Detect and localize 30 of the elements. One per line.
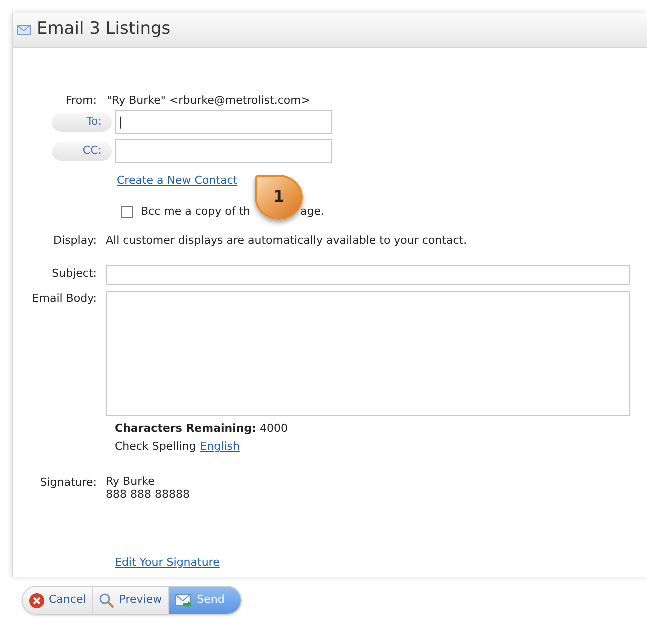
signature-line: 888 888 88888 <box>106 488 190 500</box>
email-body-field[interactable] <box>106 290 630 416</box>
close-icon <box>29 592 45 608</box>
signature-label: Signature: <box>40 476 97 488</box>
callout-number: 1 <box>273 186 285 208</box>
language-link[interactable]: English <box>200 439 240 456</box>
subject-field[interactable] <box>106 264 630 284</box>
bcc-label-end: age. <box>300 204 325 220</box>
display-label: Display: <box>54 234 97 247</box>
body-label: Email Body: <box>32 292 97 304</box>
display-note: All customer displays are automatically available to your contact. <box>106 233 468 249</box>
address-book-button[interactable]: To: <box>52 112 112 132</box>
bcc-label: Bcc me a copy of th <box>141 204 251 220</box>
from-address: "Ry Burke" <rburke@metrolist.com> <box>107 92 311 109</box>
preview-button[interactable]: Preview <box>93 587 170 614</box>
check-spelling-label: Check Spelling <box>115 439 196 455</box>
characters-remaining: Characters Remaining: 4000 <box>115 420 290 436</box>
subject-label: Subject: <box>52 267 97 280</box>
search-icon <box>99 592 116 608</box>
address-book-button[interactable]: CC: <box>52 142 112 160</box>
cancel-button[interactable]: Cancel <box>23 587 94 614</box>
window-title: Email 3 Listings <box>37 18 171 42</box>
recipient-field[interactable]: | <box>115 110 332 134</box>
recipient-field[interactable] <box>115 139 332 163</box>
envelope-icon <box>17 25 31 35</box>
signature-line: Ry Burke <box>106 474 156 488</box>
checkbox[interactable] <box>121 206 133 218</box>
from-label: From: <box>66 94 97 107</box>
create-contact-link[interactable]: Create a New Contact <box>117 174 238 187</box>
edit-signature-link[interactable]: Edit Your Signature <box>115 556 220 568</box>
